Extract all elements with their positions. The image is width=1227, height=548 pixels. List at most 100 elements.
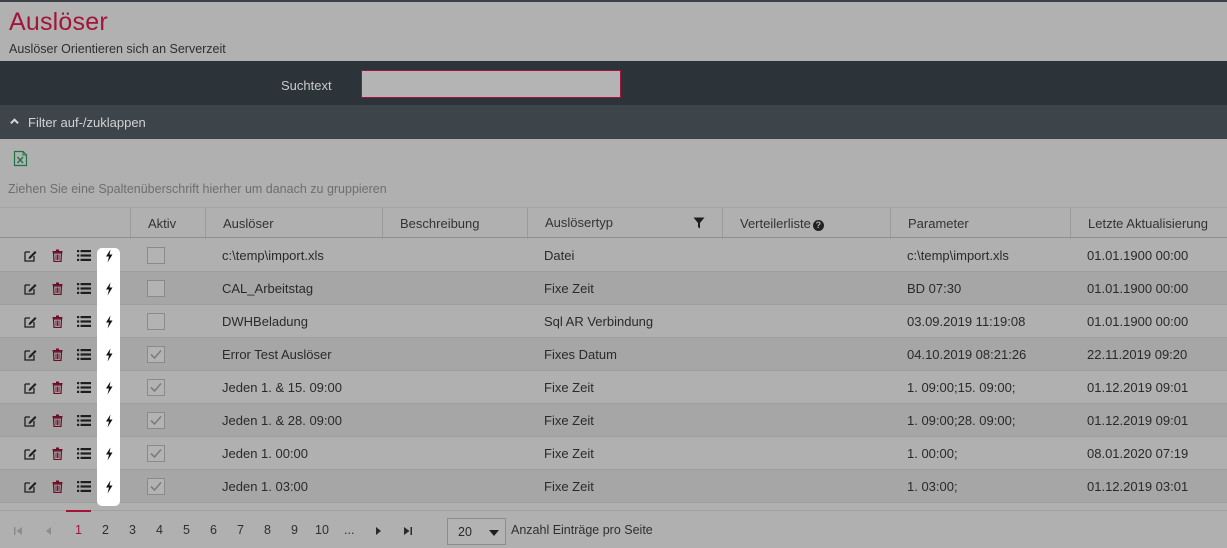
chevron-up-icon xyxy=(10,118,19,125)
table-row[interactable]: DWHBeladung Sql AR Verbindung 03.09.2019… xyxy=(0,305,1227,338)
page-size-select[interactable]: 20 xyxy=(447,518,506,545)
column-header-ausloesertyp[interactable]: Auslösertyp xyxy=(527,208,722,239)
cell-ausloesertyp: Fixe Zeit xyxy=(544,413,594,428)
trigger-icon[interactable] xyxy=(104,480,114,494)
aktiv-checkbox[interactable] xyxy=(147,478,165,495)
trigger-icon[interactable] xyxy=(104,381,114,395)
edit-icon[interactable] xyxy=(24,249,37,262)
search-input[interactable] xyxy=(361,70,621,98)
table-row[interactable]: Jeden 1. 03:00 Fixe Zeit 1. 03:00; 01.12… xyxy=(0,470,1227,503)
page-title: Auslöser xyxy=(9,8,108,36)
cell-ausloeser: CAL_Arbeitstag xyxy=(222,281,314,296)
delete-icon[interactable] xyxy=(51,381,64,394)
first-page-icon[interactable] xyxy=(13,526,23,536)
aktiv-checkbox[interactable] xyxy=(147,412,165,429)
page-number[interactable]: 2 xyxy=(102,523,109,537)
cell-ausloeser: Jeden 1. 00:00 xyxy=(222,446,309,461)
list-icon[interactable] xyxy=(77,315,91,328)
table-row[interactable]: Jeden 1. 00:00 Fixe Zeit 1. 00:00; 08.01… xyxy=(0,437,1227,470)
column-header-aktiv[interactable]: Aktiv xyxy=(130,208,205,239)
cell-ausloesertyp: Fixe Zeit xyxy=(544,380,594,395)
page-number[interactable]: 5 xyxy=(183,523,190,537)
page-subtitle: Auslöser Orientieren sich an Serverzeit xyxy=(9,42,226,56)
cell-letzte-aktualisierung: 01.12.2019 09:01 xyxy=(1087,413,1189,428)
cell-ausloeser: Jeden 1. & 15. 09:00 xyxy=(222,380,342,395)
list-icon[interactable] xyxy=(77,480,91,493)
page-number[interactable]: 1 xyxy=(75,523,82,537)
table-row[interactable]: Error Test Auslöser Fixes Datum 04.10.20… xyxy=(0,338,1227,371)
column-header-actions xyxy=(0,208,130,239)
trigger-icon[interactable] xyxy=(104,447,114,461)
list-icon[interactable] xyxy=(77,282,91,295)
delete-icon[interactable] xyxy=(51,447,64,460)
column-header-label: Letzte Aktualisierung xyxy=(1088,216,1208,231)
list-icon[interactable] xyxy=(77,414,91,427)
page-number[interactable]: 3 xyxy=(129,523,136,537)
page-number[interactable]: 10 xyxy=(315,523,329,537)
delete-icon[interactable] xyxy=(51,315,64,328)
column-header-label: Parameter xyxy=(908,216,969,231)
edit-icon[interactable] xyxy=(24,282,37,295)
aktiv-checkbox[interactable] xyxy=(147,247,165,264)
aktiv-checkbox[interactable] xyxy=(147,346,165,363)
cell-parameter: 04.10.2019 08:21:26 xyxy=(907,347,1027,362)
help-icon[interactable]: ? xyxy=(812,220,824,231)
excel-export-icon[interactable] xyxy=(13,150,28,167)
list-icon[interactable] xyxy=(77,447,91,460)
delete-icon[interactable] xyxy=(51,282,64,295)
delete-icon[interactable] xyxy=(51,414,64,427)
cell-letzte-aktualisierung: 01.01.1900 00:00 xyxy=(1087,281,1189,296)
edit-icon[interactable] xyxy=(24,381,37,394)
delete-icon[interactable] xyxy=(51,249,64,262)
page-number[interactable]: 8 xyxy=(264,523,271,537)
aktiv-checkbox[interactable] xyxy=(147,313,165,330)
next-page-icon[interactable] xyxy=(373,526,383,536)
trigger-icon[interactable] xyxy=(104,348,114,362)
list-icon[interactable] xyxy=(77,249,91,262)
filter-toggle[interactable]: Filter auf-/zuklappen xyxy=(0,105,1227,139)
table-row[interactable]: c:\temp\import.xls Datei c:\temp\import.… xyxy=(0,239,1227,272)
cell-parameter: 1. 00:00; xyxy=(907,446,958,461)
table-row[interactable]: Jeden 1. & 15. 09:00 Fixe Zeit 1. 09:00;… xyxy=(0,371,1227,404)
list-icon[interactable] xyxy=(77,381,91,394)
page-number[interactable]: 6 xyxy=(210,523,217,537)
aktiv-checkbox[interactable] xyxy=(147,379,165,396)
delete-icon[interactable] xyxy=(51,480,64,493)
aktiv-checkbox[interactable] xyxy=(147,445,165,462)
trigger-icon[interactable] xyxy=(104,414,114,428)
table-row[interactable]: Jeden 1. & 28. 09:00 Fixe Zeit 1. 09:00;… xyxy=(0,404,1227,437)
column-header-verteilerliste[interactable]: Verteilerliste? xyxy=(722,208,890,239)
chevron-down-icon xyxy=(489,530,499,536)
page-ellipsis[interactable]: ... xyxy=(344,523,354,537)
page-number[interactable]: 4 xyxy=(156,523,163,537)
cell-ausloeser: c:\temp\import.xls xyxy=(222,248,324,263)
trigger-icon[interactable] xyxy=(104,249,114,263)
page-number[interactable]: 7 xyxy=(237,523,244,537)
column-header-ausloeser[interactable]: Auslöser xyxy=(205,208,382,239)
edit-icon[interactable] xyxy=(24,447,37,460)
trigger-icon[interactable] xyxy=(104,315,114,329)
list-icon[interactable] xyxy=(77,348,91,361)
cell-ausloeser: Jeden 1. 03:00 xyxy=(222,479,309,494)
cell-parameter: 1. 03:00; xyxy=(907,479,958,494)
table-row[interactable]: CAL_Arbeitstag Fixe Zeit BD 07:30 01.01.… xyxy=(0,272,1227,305)
group-hint: Ziehen Sie eine Spaltenüberschrift hierh… xyxy=(8,182,387,196)
column-header-label: Aktiv xyxy=(148,216,177,231)
last-page-icon[interactable] xyxy=(403,526,413,536)
filter-funnel-icon[interactable] xyxy=(693,217,705,229)
aktiv-checkbox[interactable] xyxy=(147,280,165,297)
column-header-label: Beschreibung xyxy=(400,216,480,231)
page-number[interactable]: 9 xyxy=(291,523,298,537)
edit-icon[interactable] xyxy=(24,348,37,361)
checkmark-icon xyxy=(150,382,162,393)
edit-icon[interactable] xyxy=(24,414,37,427)
trigger-icon[interactable] xyxy=(104,282,114,296)
column-header-beschreibung[interactable]: Beschreibung xyxy=(382,208,527,239)
edit-icon[interactable] xyxy=(24,315,37,328)
cell-ausloeser: Error Test Auslöser xyxy=(222,347,332,362)
previous-page-icon[interactable] xyxy=(44,526,54,536)
edit-icon[interactable] xyxy=(24,480,37,493)
column-header-parameter[interactable]: Parameter xyxy=(890,208,1070,239)
delete-icon[interactable] xyxy=(51,348,64,361)
column-header-letzte-aktualisierung[interactable]: Letzte Aktualisierung xyxy=(1070,208,1227,239)
